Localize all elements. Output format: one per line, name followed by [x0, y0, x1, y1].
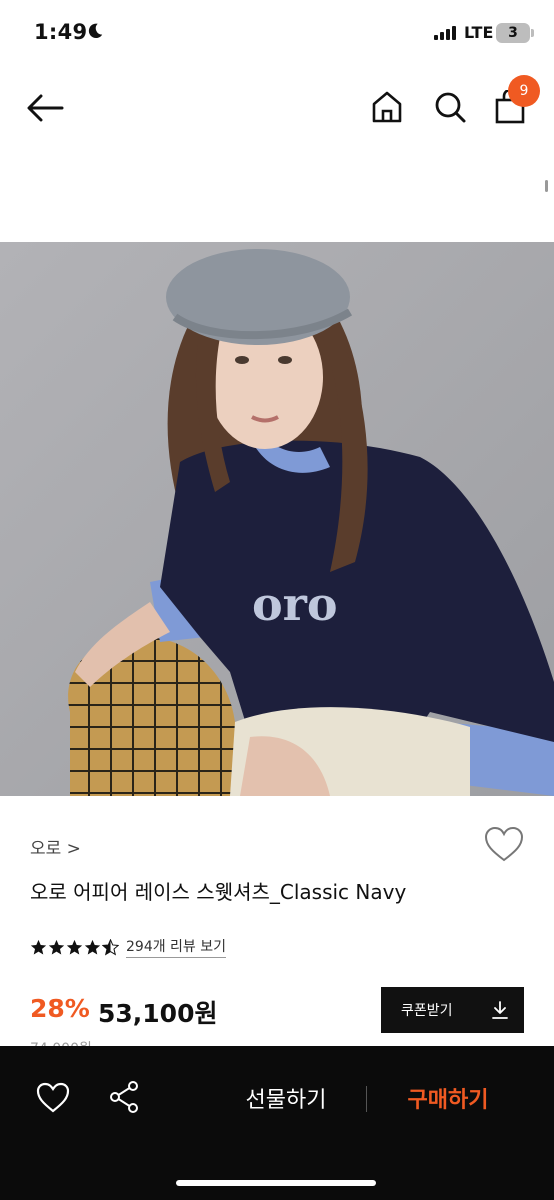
status-time: 1:49 — [34, 20, 88, 44]
heart-icon[interactable] — [484, 826, 524, 864]
bottom-action-bar: 선물하기 구매하기 — [0, 1046, 554, 1200]
network-label: LTE — [464, 23, 494, 42]
star-icon — [30, 939, 47, 954]
star-icon — [48, 939, 65, 954]
back-arrow-icon[interactable] — [26, 94, 64, 122]
search-icon[interactable] — [433, 90, 467, 124]
product-image[interactable]: oro — [0, 242, 554, 796]
moon-icon — [88, 23, 103, 39]
review-link[interactable]: 294개 리뷰 보기 — [126, 936, 227, 958]
home-icon[interactable] — [370, 90, 404, 124]
coupon-button[interactable]: 쿠폰받기 — [381, 987, 524, 1033]
cart-count-badge[interactable]: 9 — [508, 75, 540, 107]
product-title: 오로 어피어 레이스 스웻셔츠_Classic Navy — [30, 880, 407, 904]
signal-icon — [434, 26, 456, 40]
coupon-label: 쿠폰받기 — [401, 1003, 453, 1019]
product-photo: oro — [0, 242, 554, 796]
home-indicator[interactable] — [176, 1180, 376, 1186]
sweatshirt-logo: oro — [252, 577, 338, 631]
half-star-icon — [102, 938, 119, 956]
divider — [366, 1086, 367, 1112]
sale-price: 53,100원 — [98, 999, 218, 1028]
star-rating — [30, 938, 120, 956]
download-icon — [492, 1001, 508, 1019]
battery-tip — [531, 29, 534, 37]
rating-row: 294개 리뷰 보기 — [30, 936, 227, 958]
wishlist-heart-icon[interactable] — [36, 1082, 70, 1114]
battery-icon: 3 — [496, 23, 530, 43]
status-bar: 1:49 LTE 3 — [0, 0, 554, 68]
star-icon — [84, 939, 101, 954]
star-icon — [66, 939, 83, 954]
header — [0, 76, 554, 140]
discount-rate: 28% — [30, 994, 90, 1023]
buy-button[interactable]: 구매하기 — [390, 1082, 506, 1114]
brand-link[interactable]: 오로 > — [30, 834, 81, 859]
scroll-indicator — [545, 180, 548, 192]
share-icon[interactable] — [108, 1080, 140, 1114]
gift-button[interactable]: 선물하기 — [228, 1082, 344, 1114]
